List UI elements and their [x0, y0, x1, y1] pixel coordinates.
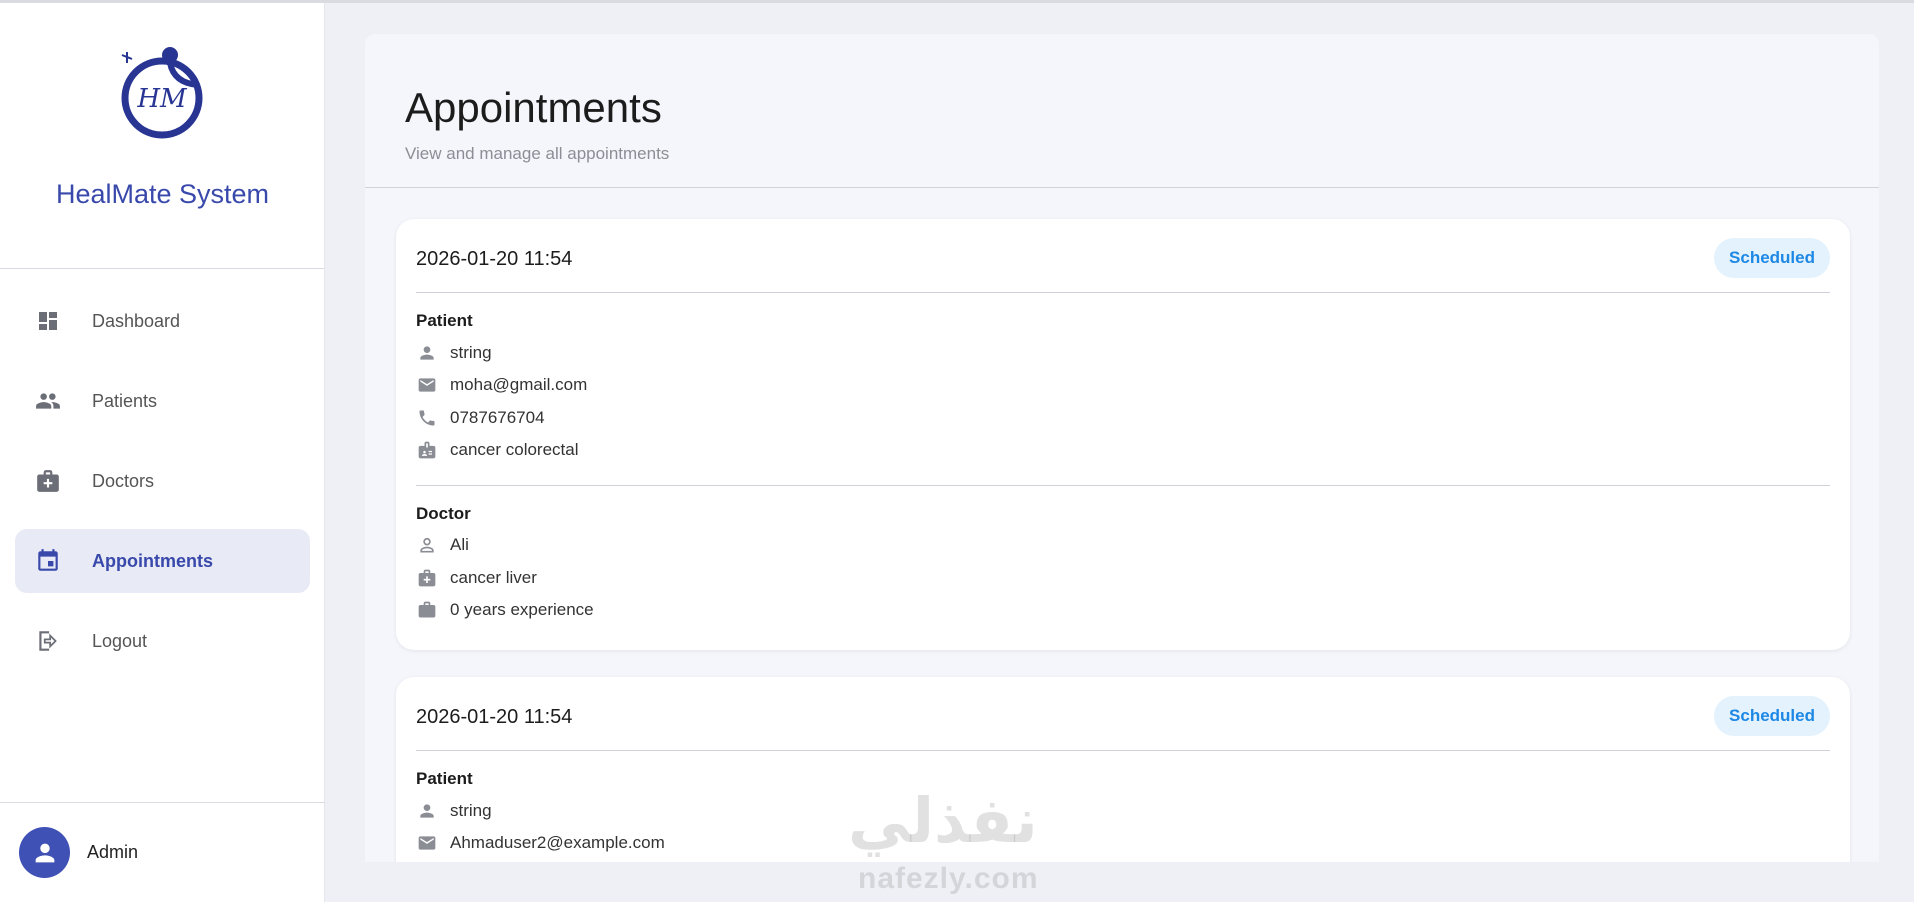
card-header: 2026-01-20 11:54 Scheduled: [416, 677, 1830, 751]
page-subtitle: View and manage all appointments: [405, 144, 670, 163]
sidebar: HM HealMate System Dashboard Patients Do…: [0, 3, 325, 902]
patient-heading: Patient: [416, 311, 473, 330]
bottom-band: [325, 862, 1914, 902]
appointment-datetime: 2026-01-20 11:54: [416, 706, 573, 728]
svg-text:HM: HM: [136, 84, 188, 114]
sidebar-item-patients[interactable]: Patients: [15, 369, 310, 433]
doctor-name-row: Ali: [416, 532, 469, 558]
sidebar-item-logout[interactable]: Logout: [15, 609, 310, 673]
user-profile[interactable]: Admin: [0, 802, 325, 902]
sidebar-item-label: Dashboard: [92, 310, 181, 331]
people-icon: [35, 388, 61, 414]
card-header: 2026-01-20 11:54 Scheduled: [416, 219, 1830, 293]
doctor-specialty-row: cancer liver: [416, 565, 537, 591]
email-icon: [416, 832, 438, 854]
sidebar-item-appointments[interactable]: Appointments: [15, 529, 310, 593]
sidebar-item-label: Doctors: [92, 470, 155, 491]
appointment-datetime: 2026-01-20 11:54: [416, 248, 573, 270]
sidebar-item-label: Logout: [92, 630, 148, 651]
doctor-experience: 0 years experience: [450, 600, 594, 619]
doctor-experience-row: 0 years experience: [416, 597, 594, 623]
person-icon: [416, 800, 438, 822]
appointment-card[interactable]: 2026-01-20 11:54 Scheduled Patient strin…: [396, 219, 1850, 650]
sidebar-item-label: Appointments: [92, 550, 213, 571]
patient-email: Ahmaduser2@example.com: [450, 833, 665, 852]
medical-bag-icon: [35, 468, 61, 494]
logo-icon[interactable]: HM: [112, 43, 212, 143]
person-icon: [35, 843, 54, 862]
dashboard-icon: [35, 308, 61, 334]
medical-id-icon: [416, 439, 438, 461]
doctor-specialty: cancer liver: [450, 568, 537, 587]
patient-condition: cancer colorectal: [450, 440, 579, 459]
sidebar-item-label: Patients: [92, 390, 158, 411]
patient-name-row: string: [416, 340, 492, 366]
brand-area: HM HealMate System: [0, 3, 324, 269]
email-icon: [416, 374, 438, 396]
sidebar-nav: Dashboard Patients Doctors Appointments …: [15, 289, 310, 689]
briefcase-icon: [416, 599, 438, 621]
calendar-icon: [35, 548, 61, 574]
phone-icon: [416, 407, 438, 429]
patient-name: string: [450, 801, 492, 820]
page-title: Appointments: [405, 84, 662, 131]
person-icon: [416, 342, 438, 364]
logout-icon: [35, 628, 61, 654]
watermark-arabic: نفذلي: [848, 784, 1038, 857]
watermark-latin: nafezly.com: [858, 862, 1039, 895]
brand-name: HealMate System: [55, 179, 270, 209]
patient-email: moha@gmail.com: [450, 375, 588, 394]
patient-phone-row: 0787676704: [416, 405, 545, 431]
status-badge: Scheduled: [1714, 696, 1830, 736]
avatar[interactable]: [19, 827, 70, 878]
doctor-name: Ali: [450, 535, 469, 554]
sidebar-item-doctors[interactable]: Doctors: [15, 449, 310, 513]
doctor-heading: Doctor: [416, 504, 471, 523]
page-header: Appointments View and manage all appoint…: [365, 34, 1879, 188]
patient-name: string: [450, 343, 492, 362]
status-badge: Scheduled: [1714, 238, 1830, 278]
patient-email-row: Ahmaduser2@example.com: [416, 830, 665, 856]
sidebar-item-dashboard[interactable]: Dashboard: [15, 289, 310, 353]
patient-phone: 0787676704: [450, 408, 545, 427]
medical-bag-icon: [416, 567, 438, 589]
person-outline-icon: [416, 534, 438, 556]
patient-email-row: moha@gmail.com: [416, 372, 587, 398]
section-divider: [416, 485, 1830, 486]
patient-name-row: string: [416, 798, 492, 824]
patient-heading: Patient: [416, 769, 473, 788]
patient-condition-row: cancer colorectal: [416, 437, 579, 463]
user-name: Admin: [87, 842, 139, 862]
